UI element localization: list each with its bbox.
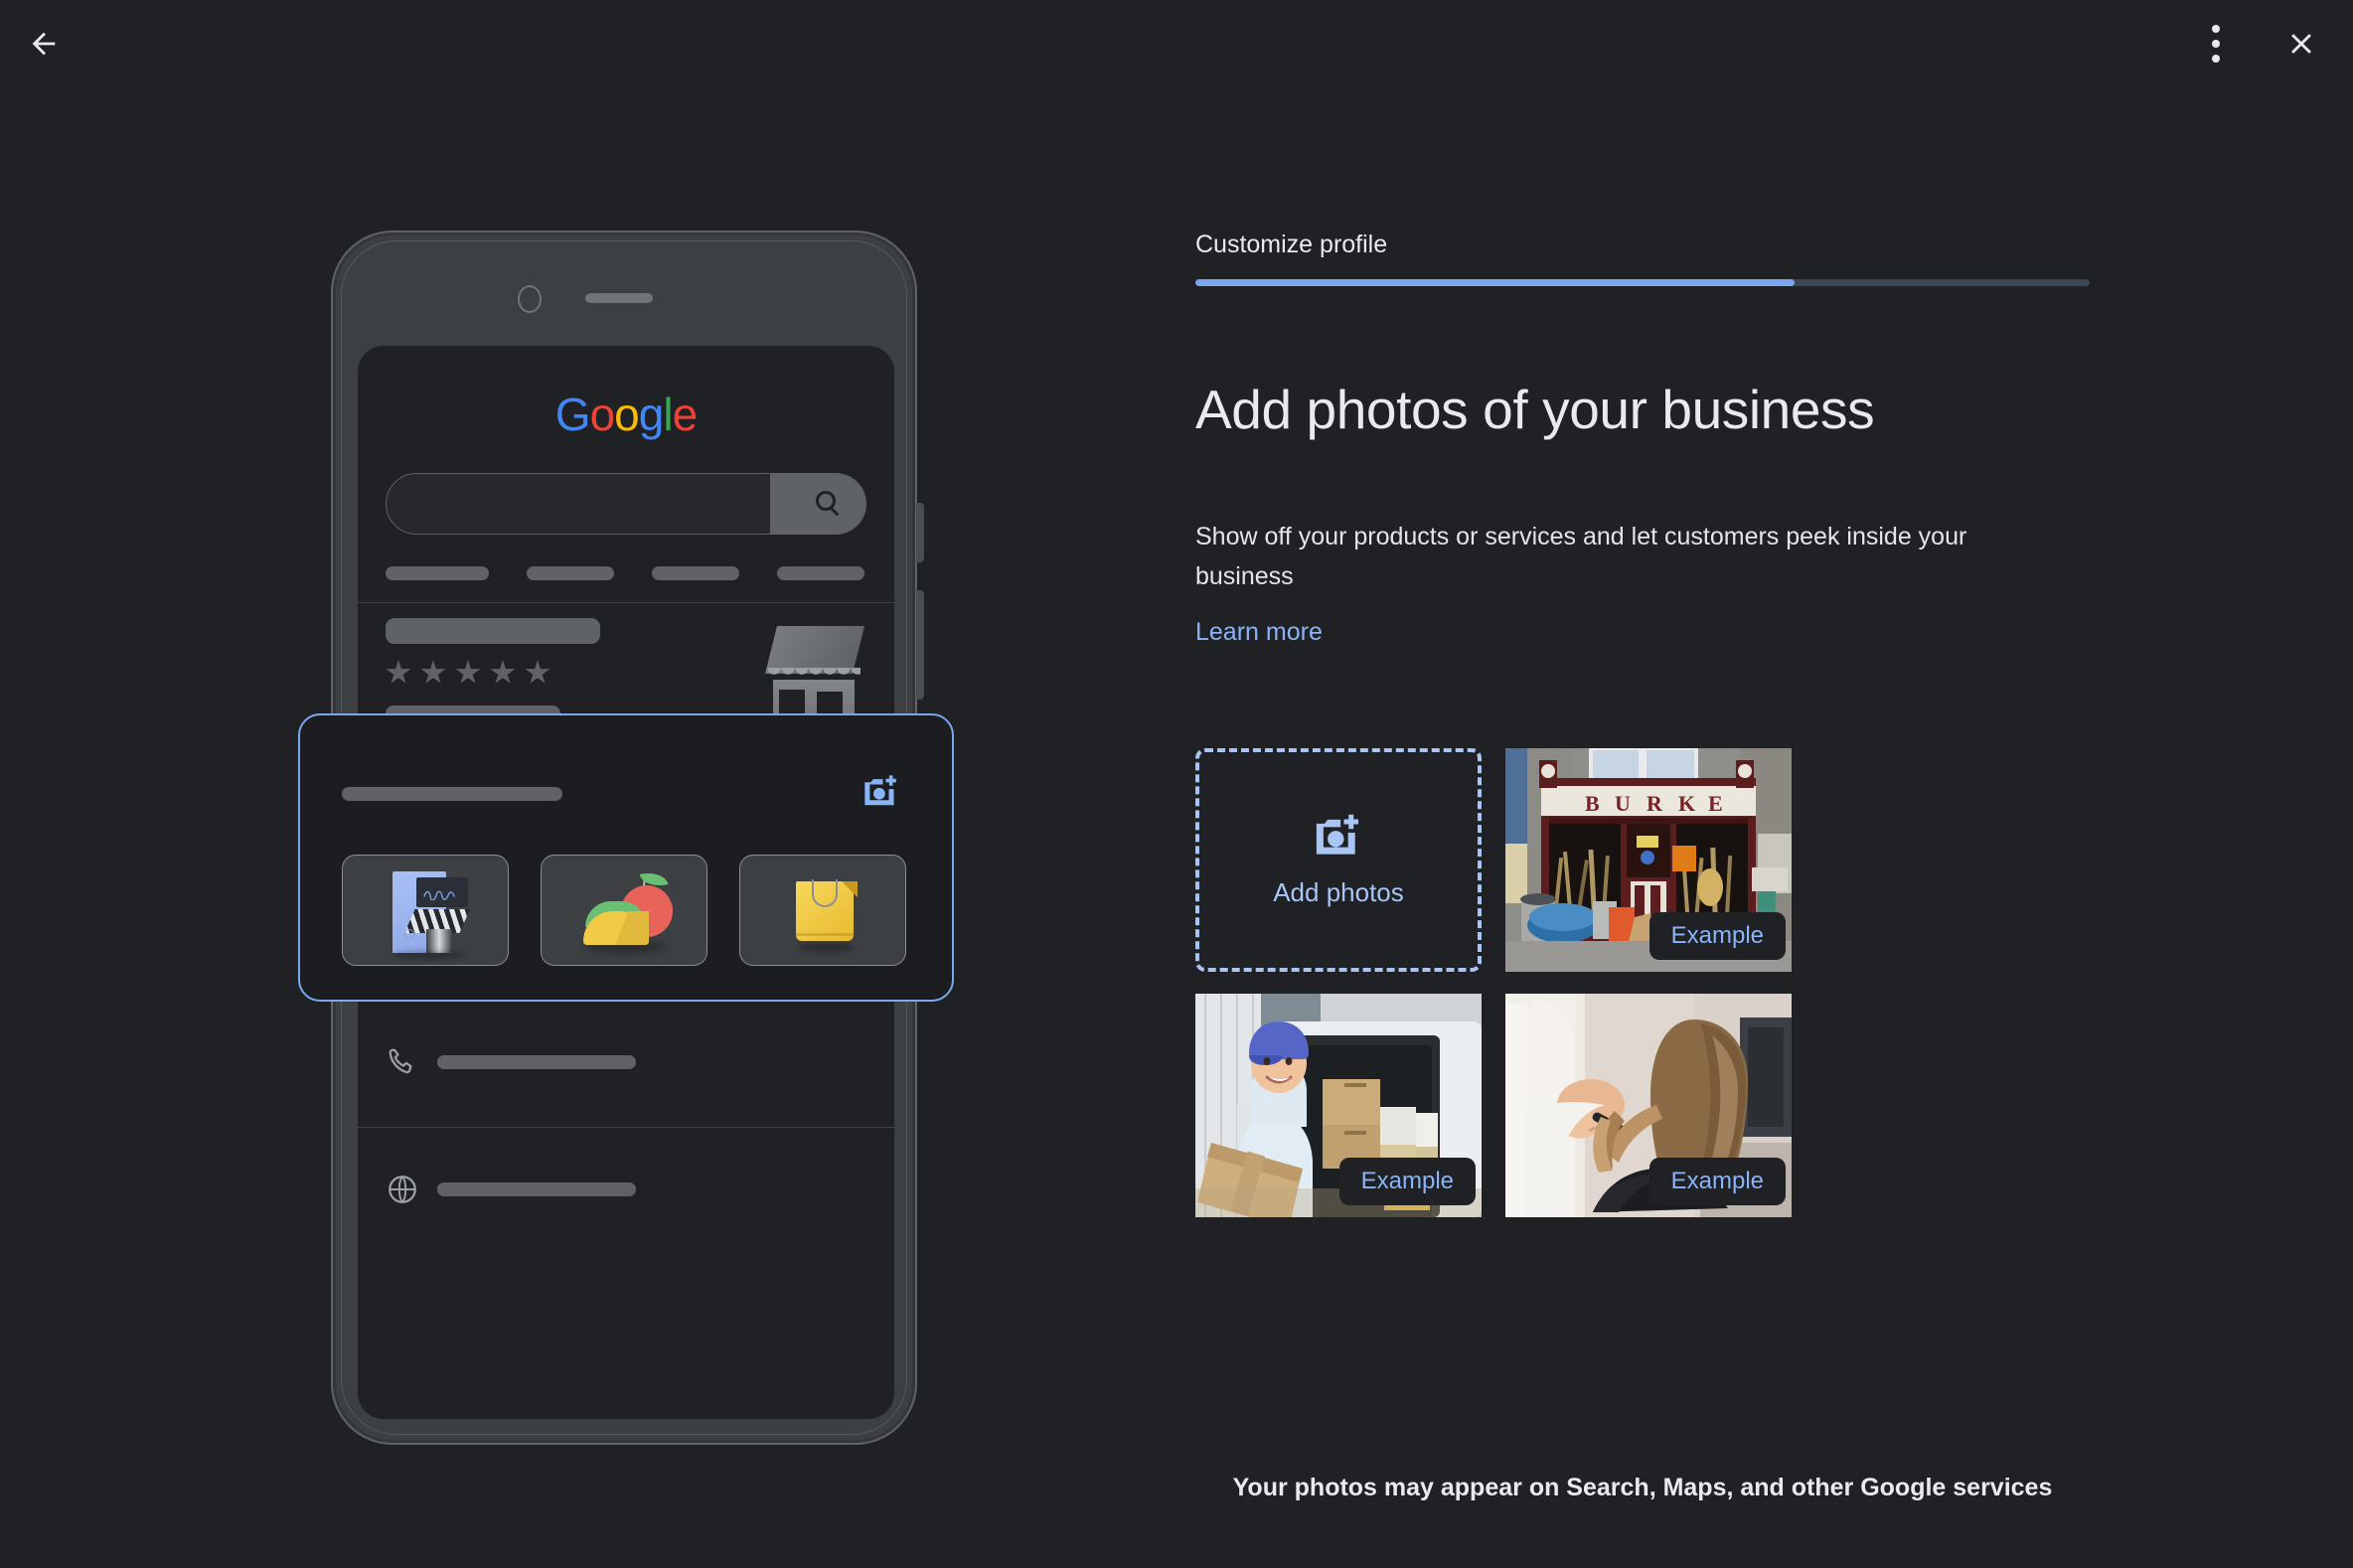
page-title: Add photos of your business [1195, 379, 1875, 440]
search-icon [816, 491, 836, 511]
example-photo-delivery[interactable]: Example [1195, 994, 1482, 1217]
category-chip-food[interactable] [541, 855, 707, 966]
svg-text:B: B [1585, 791, 1600, 816]
content-pane: Customize profile Add photos of your bus… [1195, 0, 2090, 1568]
star-icon [420, 660, 446, 684]
category-chip-list [342, 855, 906, 966]
footer-note: Your photos may appear on Search, Maps, … [1232, 1474, 2053, 1501]
photo-category-card [298, 713, 954, 1002]
svg-text:U: U [1615, 791, 1631, 816]
phone-icon [389, 1048, 412, 1074]
add-a-photo-icon [1316, 814, 1358, 855]
star-icon [490, 660, 516, 684]
shopping-bag-illustration [796, 873, 858, 952]
google-logo: Google [554, 389, 698, 440]
add-a-photo-icon[interactable] [861, 773, 902, 811]
card-title-placeholder [342, 787, 562, 801]
phone-filter-chips [386, 566, 882, 580]
page-subtitle: Show off your products or services and l… [1195, 523, 1967, 590]
svg-text:R: R [1647, 791, 1663, 816]
phone-volume-button [916, 590, 924, 700]
chip-placeholder [777, 566, 864, 580]
chip-placeholder [652, 566, 739, 580]
category-chip-shopping-bag[interactable] [739, 855, 906, 966]
example-photo-storefront[interactable]: BUR KE Example [1505, 748, 1792, 972]
phone-placeholder [437, 1055, 636, 1069]
learn-more-link[interactable]: Learn more [1195, 618, 1323, 647]
add-photos-label: Add photos [1273, 877, 1404, 907]
rating-stars [386, 660, 550, 686]
example-badge: Example [1648, 1158, 1786, 1205]
phone-speaker [585, 293, 653, 303]
example-badge: Example [1648, 912, 1786, 960]
photo-grid: Add photos BUR KE Example Example Exampl… [1195, 748, 2090, 1217]
step-label: Customize profile [1195, 231, 1388, 258]
example-photo-salon[interactable]: Example [1505, 994, 1792, 1217]
progress-bar-fill [1195, 279, 1795, 286]
more-vert-icon [2212, 25, 2220, 63]
close-button[interactable] [2274, 16, 2329, 72]
chip-placeholder [386, 566, 489, 580]
example-badge: Example [1338, 1158, 1476, 1205]
svg-text:E: E [1708, 791, 1723, 816]
chip-placeholder [527, 566, 614, 580]
star-icon [386, 660, 411, 684]
phone-website-row [358, 1127, 894, 1254]
phone-number-row [358, 1000, 894, 1127]
category-chip-storefront[interactable] [342, 855, 509, 966]
food-illustration [577, 868, 673, 955]
star-icon [455, 660, 481, 684]
add-photos-dropzone[interactable]: Add photos [1195, 748, 1482, 972]
close-icon [2291, 34, 2311, 54]
globe-icon [389, 1176, 416, 1203]
website-placeholder [437, 1182, 636, 1196]
phone-side-button [916, 503, 924, 562]
progress-bar [1195, 279, 2090, 286]
phone-search-bar [386, 473, 866, 535]
storefront-illustration [387, 871, 472, 959]
phone-preview-pane: Google [0, 0, 1173, 1568]
svg-text:K: K [1678, 791, 1695, 816]
title-placeholder [386, 618, 600, 644]
more-options-button[interactable] [2188, 16, 2244, 72]
star-icon [525, 660, 550, 684]
divider [358, 602, 894, 603]
phone-camera-icon [518, 285, 542, 313]
sign-scribble-icon [423, 890, 455, 900]
